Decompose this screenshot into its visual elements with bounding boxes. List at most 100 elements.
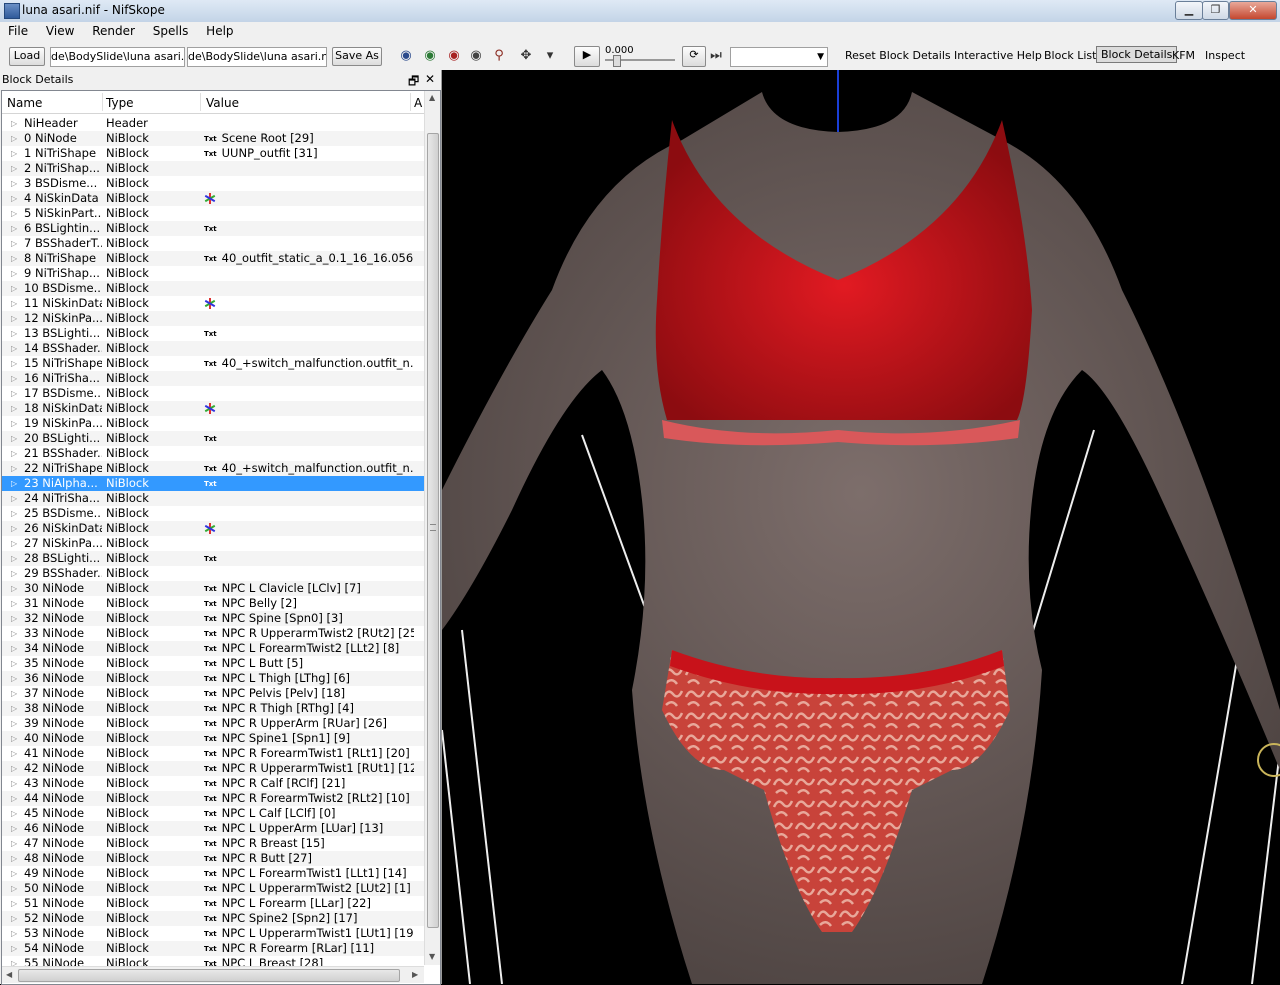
expand-arrow-icon[interactable]: ▷ bbox=[11, 251, 17, 266]
table-row[interactable]: ▷ 10 BSDisme... NiBlock bbox=[2, 281, 424, 296]
table-row[interactable]: ▷ 32 NiNode NiBlock Txt NPC Spine [Spn0] [3] bbox=[2, 611, 424, 626]
table-row[interactable]: ▷ 52 NiNode NiBlock Txt NPC Spine2 [Spn2] [1… bbox=[2, 911, 424, 926]
loop-animation-icon[interactable]: ⟳ bbox=[682, 46, 706, 67]
view-side-eye-icon[interactable]: ◉ bbox=[446, 48, 462, 64]
table-row[interactable]: ▷ 44 NiNode NiBlock Txt NPC R ForearmTwist2 … bbox=[2, 791, 424, 806]
interactive-help-button[interactable]: Interactive Help bbox=[954, 49, 1042, 62]
save-path-input[interactable]: de\BodySlide\luna asari.nif bbox=[187, 47, 327, 67]
table-row[interactable]: ▷ 35 NiNode NiBlock Txt NPC L Butt [5] bbox=[2, 656, 424, 671]
expand-arrow-icon[interactable]: ▷ bbox=[11, 401, 17, 416]
view-front-eye-icon[interactable]: ◉ bbox=[422, 48, 438, 64]
table-row[interactable]: ▷ 40 NiNode NiBlock Txt NPC Spine1 [Spn1] [9… bbox=[2, 731, 424, 746]
table-row[interactable]: ▷ 0 NiNode NiBlock Txt Scene Root [29] bbox=[2, 131, 424, 146]
view-top-eye-icon[interactable]: ◉ bbox=[398, 48, 414, 64]
expand-arrow-icon[interactable]: ▷ bbox=[11, 386, 17, 401]
expand-arrow-icon[interactable]: ▷ bbox=[11, 296, 17, 311]
time-slider[interactable] bbox=[605, 55, 675, 67]
time-slider-handle[interactable] bbox=[613, 55, 621, 67]
table-row[interactable]: ▷ 25 BSDisme... NiBlock bbox=[2, 506, 424, 521]
table-row[interactable]: ▷ 15 NiTriShape NiBlock Txt 40_+switch_malfu… bbox=[2, 356, 424, 371]
table-row[interactable]: ▷ 23 NiAlpha... NiBlock Txt bbox=[2, 476, 424, 491]
menu-render[interactable]: Render bbox=[84, 22, 141, 38]
expand-arrow-icon[interactable]: ▷ bbox=[11, 896, 17, 911]
table-row[interactable]: ▷ 33 NiNode NiBlock Txt NPC R UpperarmTwist2… bbox=[2, 626, 424, 641]
expand-arrow-icon[interactable]: ▷ bbox=[11, 806, 17, 821]
table-row[interactable]: ▷ 48 NiNode NiBlock Txt NPC R Butt [27] bbox=[2, 851, 424, 866]
expand-arrow-icon[interactable]: ▷ bbox=[11, 236, 17, 251]
expand-arrow-icon[interactable]: ▷ bbox=[11, 686, 17, 701]
expand-arrow-icon[interactable]: ▷ bbox=[11, 221, 17, 236]
table-row[interactable]: ▷ 1 NiTriShape NiBlock Txt UUNP_outfit [31] bbox=[2, 146, 424, 161]
scroll-up-icon[interactable]: ▲ bbox=[429, 93, 435, 102]
expand-arrow-icon[interactable]: ▷ bbox=[11, 596, 17, 611]
table-row[interactable]: ▷ 31 NiNode NiBlock Txt NPC Belly [2] bbox=[2, 596, 424, 611]
minimize-button[interactable]: ▁ bbox=[1175, 1, 1203, 20]
expand-arrow-icon[interactable]: ▷ bbox=[11, 851, 17, 866]
table-row[interactable]: ▷ 2 NiTriShap... NiBlock bbox=[2, 161, 424, 176]
expand-arrow-icon[interactable]: ▷ bbox=[11, 581, 17, 596]
table-row[interactable]: ▷ 19 NiSkinPa... NiBlock bbox=[2, 416, 424, 431]
expand-arrow-icon[interactable]: ▷ bbox=[11, 206, 17, 221]
expand-arrow-icon[interactable]: ▷ bbox=[11, 431, 17, 446]
menu-view[interactable]: View bbox=[38, 22, 80, 38]
expand-arrow-icon[interactable]: ▷ bbox=[11, 716, 17, 731]
expand-arrow-icon[interactable]: ▷ bbox=[11, 446, 17, 461]
kfm-button[interactable]: KFM bbox=[1172, 49, 1195, 62]
expand-arrow-icon[interactable]: ▷ bbox=[11, 116, 17, 131]
table-row[interactable]: ▷ 26 NiSkinData NiBlock bbox=[2, 521, 424, 536]
play-animation-button[interactable]: ▶ bbox=[574, 46, 600, 67]
menu-spells[interactable]: Spells bbox=[145, 22, 195, 38]
move-axes-icon[interactable]: ✥ bbox=[518, 48, 534, 64]
expand-arrow-icon[interactable]: ▷ bbox=[11, 146, 17, 161]
scroll-right-icon[interactable]: ▶ bbox=[412, 970, 418, 979]
table-row[interactable]: ▷ 41 NiNode NiBlock Txt NPC R ForearmTwist1 … bbox=[2, 746, 424, 761]
table-row[interactable]: ▷ 54 NiNode NiBlock Txt NPC R Forearm [RLar]… bbox=[2, 941, 424, 956]
close-panel-icon[interactable]: ✕ bbox=[425, 72, 435, 86]
table-row[interactable]: ▷ 28 BSLighti... NiBlock Txt bbox=[2, 551, 424, 566]
menu-help[interactable]: Help bbox=[198, 22, 239, 38]
expand-arrow-icon[interactable]: ▷ bbox=[11, 731, 17, 746]
vertical-scrollbar[interactable]: ▲ ▼ bbox=[424, 91, 440, 965]
table-row[interactable]: ▷ 24 NiTriSha... NiBlock bbox=[2, 491, 424, 506]
table-row[interactable]: ▷ 47 NiNode NiBlock Txt NPC R Breast [15] bbox=[2, 836, 424, 851]
expand-arrow-icon[interactable]: ▷ bbox=[11, 176, 17, 191]
expand-arrow-icon[interactable]: ▷ bbox=[11, 926, 17, 941]
expand-arrow-icon[interactable]: ▷ bbox=[11, 776, 17, 791]
expand-arrow-icon[interactable]: ▷ bbox=[11, 416, 17, 431]
expand-arrow-icon[interactable]: ▷ bbox=[11, 521, 17, 536]
column-a[interactable]: A bbox=[414, 96, 422, 110]
table-row[interactable]: ▷ 17 BSDisme... NiBlock bbox=[2, 386, 424, 401]
reset-block-details-button[interactable]: Reset Block Details bbox=[845, 49, 951, 62]
expand-arrow-icon[interactable]: ▷ bbox=[11, 566, 17, 581]
expand-arrow-icon[interactable]: ▷ bbox=[11, 641, 17, 656]
save-as-button[interactable]: Save As bbox=[332, 47, 382, 66]
render-viewport[interactable] bbox=[442, 70, 1280, 984]
expand-arrow-icon[interactable]: ▷ bbox=[11, 626, 17, 641]
expand-arrow-icon[interactable]: ▷ bbox=[11, 461, 17, 476]
expand-arrow-icon[interactable]: ▷ bbox=[11, 371, 17, 386]
expand-arrow-icon[interactable]: ▷ bbox=[11, 506, 17, 521]
table-row[interactable]: ▷ 29 BSShader... NiBlock bbox=[2, 566, 424, 581]
load-path-input[interactable]: de\BodySlide\luna asari.nif bbox=[50, 47, 185, 67]
table-row[interactable]: ▷ 39 NiNode NiBlock Txt NPC R UpperArm [RUar… bbox=[2, 716, 424, 731]
close-window-button[interactable]: ✕ bbox=[1229, 1, 1277, 20]
scroll-down-icon[interactable]: ▼ bbox=[429, 952, 435, 961]
expand-arrow-icon[interactable]: ▷ bbox=[11, 131, 17, 146]
table-row[interactable]: ▷ 3 BSDisme... NiBlock bbox=[2, 176, 424, 191]
horizontal-scroll-thumb[interactable] bbox=[18, 969, 400, 982]
column-type[interactable]: Type bbox=[106, 96, 134, 110]
expand-arrow-icon[interactable]: ▷ bbox=[11, 266, 17, 281]
expand-arrow-icon[interactable]: ▷ bbox=[11, 881, 17, 896]
table-row[interactable]: ▷ 4 NiSkinData NiBlock bbox=[2, 191, 424, 206]
table-row[interactable]: ▷ 9 NiTriShap... NiBlock bbox=[2, 266, 424, 281]
inspect-button[interactable]: Inspect bbox=[1205, 49, 1245, 62]
table-row[interactable]: ▷ 42 NiNode NiBlock Txt NPC R UpperarmTwist1… bbox=[2, 761, 424, 776]
expand-arrow-icon[interactable]: ▷ bbox=[11, 536, 17, 551]
horizontal-scrollbar[interactable]: ◀ ▶ bbox=[2, 966, 424, 983]
expand-arrow-icon[interactable]: ▷ bbox=[11, 551, 17, 566]
view-options-dropdown-icon[interactable]: ▾ bbox=[542, 48, 558, 64]
expand-arrow-icon[interactable]: ▷ bbox=[11, 941, 17, 956]
view-user-eye-icon[interactable]: ◉ bbox=[468, 48, 484, 64]
table-row[interactable]: ▷ 37 NiNode NiBlock Txt NPC Pelvis [Pelv] [1… bbox=[2, 686, 424, 701]
table-row[interactable]: ▷ 53 NiNode NiBlock Txt NPC L UpperarmTwist1… bbox=[2, 926, 424, 941]
